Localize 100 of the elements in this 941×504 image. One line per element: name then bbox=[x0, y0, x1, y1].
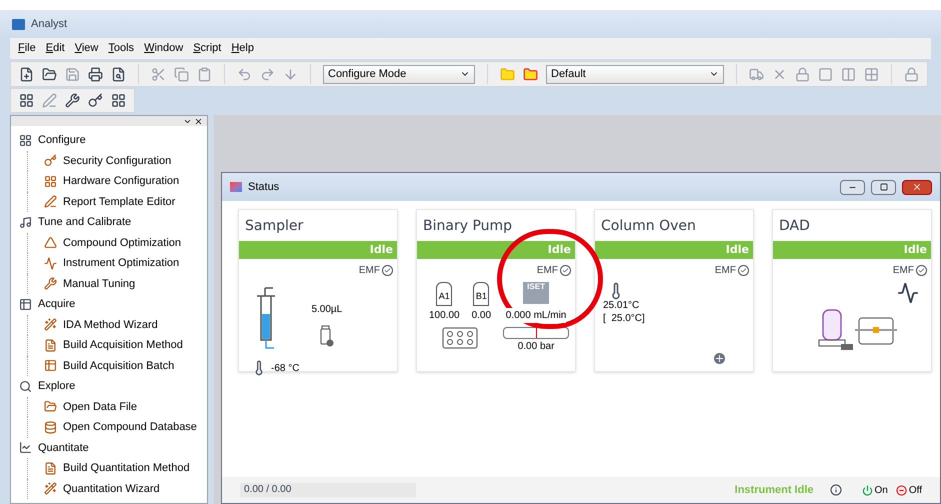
module-title: Binary Pump bbox=[422, 217, 514, 236]
menu-item[interactable]: Window bbox=[144, 40, 184, 57]
redo-icon[interactable] bbox=[260, 66, 275, 82]
temperature-reading: 25.01°C bbox=[603, 300, 640, 312]
status-banner: Idle bbox=[773, 241, 931, 259]
maximize-button[interactable] bbox=[871, 180, 896, 194]
emf-label: EMF bbox=[714, 264, 736, 278]
lock-icon[interactable] bbox=[904, 66, 919, 82]
solvent-bottle: B1 bbox=[473, 282, 490, 306]
module-title: DAD bbox=[778, 217, 811, 236]
wrench-icon[interactable] bbox=[65, 93, 80, 108]
pressure-reading: 0.00 bar bbox=[518, 340, 554, 354]
minus-circle-icon bbox=[896, 484, 907, 496]
window-icon bbox=[230, 182, 242, 192]
pen-icon[interactable] bbox=[42, 93, 57, 108]
save-icon[interactable] bbox=[65, 66, 80, 82]
tree-item[interactable]: Quantitation Wizard bbox=[27, 478, 207, 499]
copy-icon[interactable] bbox=[174, 66, 189, 82]
tree-item[interactable]: Open Compound Database bbox=[27, 417, 207, 438]
close-icon[interactable] bbox=[194, 116, 203, 126]
menu-item[interactable]: Edit bbox=[46, 40, 65, 57]
instrument-state: Instrument Idle bbox=[734, 482, 814, 498]
tree-item[interactable]: Security Configuration bbox=[27, 150, 207, 171]
paste-icon[interactable] bbox=[197, 66, 212, 82]
project-dropdown[interactable]: Default bbox=[546, 64, 724, 84]
app-logo-icon bbox=[12, 18, 25, 30]
menu-item[interactable]: File bbox=[18, 40, 36, 57]
tree-item[interactable]: Manual Tuning bbox=[27, 274, 207, 294]
close-button[interactable] bbox=[902, 180, 932, 194]
grid-icon bbox=[19, 134, 32, 147]
print-preview-icon[interactable] bbox=[111, 66, 126, 82]
emf-label: EMF bbox=[536, 264, 558, 278]
undo-icon[interactable] bbox=[237, 66, 252, 82]
folder-swap-icon[interactable] bbox=[523, 66, 538, 82]
cut-icon[interactable] bbox=[151, 66, 166, 82]
volume-reading: 5.00µL bbox=[311, 303, 342, 317]
tree-item[interactable]: IDA Method Wizard bbox=[27, 314, 207, 335]
grid-icon bbox=[44, 174, 57, 188]
table-icon bbox=[19, 298, 32, 311]
database-icon bbox=[44, 420, 57, 434]
tree-item[interactable]: Build Acquisition Batch bbox=[27, 356, 207, 376]
tree-group[interactable]: Quantitate bbox=[19, 438, 207, 458]
module-title: Sampler bbox=[244, 217, 304, 236]
menu-item[interactable]: View bbox=[74, 40, 98, 57]
triangle-icon bbox=[44, 236, 57, 250]
window-title: Analyst bbox=[31, 16, 68, 32]
spectrum-icon bbox=[897, 282, 919, 304]
menu-item[interactable]: Script bbox=[193, 40, 222, 57]
minimize-button[interactable] bbox=[840, 180, 865, 194]
pulse-icon bbox=[44, 256, 57, 270]
off-button[interactable]: Off bbox=[896, 482, 922, 498]
temperature-reading: -68 °C bbox=[271, 362, 300, 376]
tree-item[interactable]: Build Acquisition Method bbox=[27, 335, 207, 356]
progress-field: 0.00 / 0.00 bbox=[240, 483, 416, 497]
open-folder-icon[interactable] bbox=[42, 66, 57, 82]
degasser-icon bbox=[442, 327, 478, 349]
tree-item[interactable]: Instrument Optimization bbox=[27, 253, 207, 274]
pen-icon bbox=[44, 195, 57, 208]
key-icon[interactable] bbox=[88, 93, 103, 108]
down-arrow-icon[interactable] bbox=[283, 66, 298, 82]
tree-group[interactable]: Acquire bbox=[19, 294, 207, 314]
close-icon bbox=[912, 182, 922, 192]
truck-icon[interactable] bbox=[749, 66, 764, 82]
new-file-icon[interactable] bbox=[19, 66, 34, 82]
tree-item[interactable]: Compound Optimization bbox=[27, 232, 207, 253]
tree-group[interactable]: Explore bbox=[19, 376, 207, 396]
solvent-reading: 100.00 bbox=[429, 309, 460, 323]
window-title: Status bbox=[248, 180, 280, 195]
printer-icon[interactable] bbox=[88, 66, 103, 82]
menu-item[interactable]: Help bbox=[231, 40, 254, 57]
lock-panel-icon[interactable] bbox=[795, 66, 810, 82]
iset-icon: ISET bbox=[523, 282, 549, 304]
document-icon bbox=[44, 462, 57, 475]
power-icon bbox=[862, 484, 872, 496]
info-icon[interactable] bbox=[830, 484, 842, 496]
key-icon bbox=[44, 154, 57, 168]
status-banner: Idle bbox=[595, 241, 753, 259]
table-icon bbox=[44, 359, 57, 372]
on-button[interactable]: On bbox=[862, 482, 888, 498]
tree-group[interactable]: Configure bbox=[19, 130, 207, 150]
tree-item[interactable]: Build Quantitation Method bbox=[27, 458, 207, 478]
status-banner: Idle bbox=[417, 241, 575, 259]
panel-icon[interactable] bbox=[818, 66, 833, 82]
document-icon bbox=[44, 338, 57, 352]
wand-icon bbox=[44, 482, 57, 496]
grid-icon[interactable] bbox=[19, 93, 34, 108]
tree-item[interactable]: Report Template Editor bbox=[27, 192, 207, 212]
chart-icon bbox=[19, 441, 32, 454]
columns-icon[interactable] bbox=[841, 66, 856, 82]
wrench-icon bbox=[44, 277, 57, 290]
emf-label: EMF bbox=[358, 264, 380, 278]
setpoint-reading: [ 25.0°C] bbox=[603, 312, 646, 325]
flow-reading: 0.000 mL/min bbox=[506, 308, 566, 323]
solvent-reading: 0.00 bbox=[472, 309, 492, 323]
tree-item[interactable]: Open Data File bbox=[27, 396, 207, 417]
grid-icon[interactable] bbox=[111, 93, 126, 108]
mode-dropdown[interactable]: Configure Mode bbox=[323, 64, 475, 84]
tree-item[interactable]: Hardware Configuration bbox=[27, 171, 207, 192]
menu-item[interactable]: Tools bbox=[108, 40, 134, 57]
tree-group[interactable]: Tune and Calibrate bbox=[19, 212, 207, 232]
